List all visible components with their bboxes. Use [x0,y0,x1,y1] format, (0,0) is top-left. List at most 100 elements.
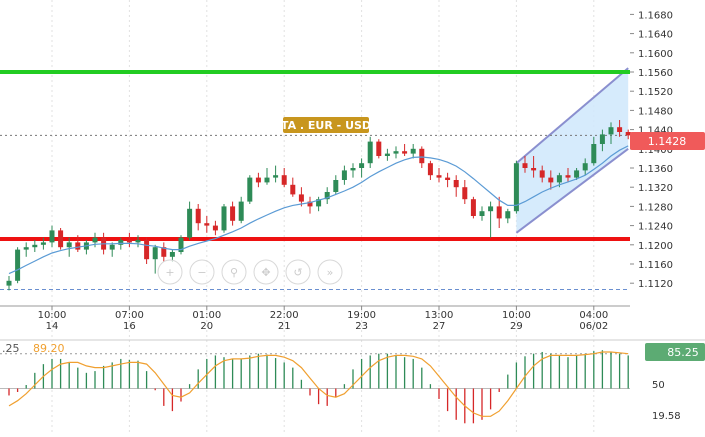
forward-icon[interactable]: » [317,259,343,285]
price-badge: 1.1428 [630,132,705,150]
oscillator-value-1: .25 [2,342,20,355]
time-tick-label: 07:00 [115,310,144,321]
date-tick-label: 23 [355,321,368,332]
time-tick-label: 13:00 [425,310,454,321]
instrument-label[interactable]: TA . EUR - USD [281,117,371,133]
date-tick-label: 06/02 [579,321,608,332]
candle[interactable] [290,177,296,197]
candle[interactable] [238,196,244,224]
price-tick-label: 1.1640 [638,30,673,41]
pan-icon[interactable]: ✥ [253,259,279,285]
oscillator-badge-text: 85.25 [667,346,699,359]
candle[interactable] [247,175,253,204]
zoom-in-icon[interactable]: + [157,259,183,285]
candle[interactable] [15,247,21,284]
candle[interactable] [436,168,442,183]
price-tick-label: 1.1160 [638,260,673,271]
candle[interactable] [505,208,511,224]
candle[interactable] [195,204,201,231]
candle[interactable] [204,216,210,233]
date-tick-label: 29 [510,321,523,332]
candle[interactable] [470,196,476,219]
candle[interactable] [402,144,408,156]
candle[interactable] [83,240,89,255]
oscillator-axis: 85.25 50 19.58 [645,343,705,422]
candle[interactable] [376,139,382,159]
price-tick-label: 1.1120 [638,279,673,290]
candle[interactable] [410,144,416,159]
candle[interactable] [359,158,365,178]
price-tick-label: 1.1520 [638,87,673,98]
candle[interactable] [281,168,287,188]
price-tick-label: 1.1560 [638,68,673,79]
time-tick-label: 19:00 [347,310,376,321]
candle[interactable] [144,237,150,264]
time-tick-label: 22:00 [270,310,299,321]
zoom-out-icon[interactable]: − [189,259,215,285]
candle[interactable] [109,242,115,257]
candle[interactable] [152,244,158,274]
candle[interactable] [445,172,451,188]
candle[interactable] [23,242,29,257]
candle[interactable] [178,235,184,255]
candle[interactable] [32,240,38,252]
price-chart[interactable]: TA . EUR - USD + − ⚲ ✥ ↺ » 1.1680 1.1640 1.1600… [0,0,705,437]
oscillator-tick-min: 19.58 [652,411,681,422]
candle[interactable] [58,228,64,250]
candle[interactable] [384,148,390,161]
candle[interactable] [453,175,459,197]
price-tick-label: 1.1240 [638,222,673,233]
candle[interactable] [187,201,193,240]
regression-channel[interactable] [516,68,629,233]
price-tick-label: 1.1280 [638,202,673,213]
candle[interactable] [393,146,399,159]
date-tick-label: 14 [46,321,59,332]
candle[interactable] [462,180,468,204]
time-tick-label: 04:00 [579,310,608,321]
candle[interactable] [488,201,494,238]
time-tick-label: 10:00 [502,310,531,321]
svg-text:−: − [197,266,206,279]
candle[interactable] [135,235,141,248]
candle[interactable] [161,242,167,262]
candle[interactable] [316,196,322,212]
candle[interactable] [341,165,347,185]
candle[interactable] [221,204,227,233]
candle[interactable] [333,175,339,195]
time-axis: 10:001407:001601:002022:002119:002313:00… [38,306,608,332]
time-tick-label: 01:00 [192,310,221,321]
oscillator-header: .25 89.20 [2,342,65,355]
candle[interactable] [350,163,356,178]
reset-icon[interactable]: ↺ [285,259,311,285]
date-tick-label: 21 [278,321,291,332]
candle[interactable] [49,225,55,248]
search-icon[interactable]: ⚲ [221,259,247,285]
candle[interactable] [324,187,330,204]
price-tick-label: 1.1480 [638,106,673,117]
date-tick-label: 20 [200,321,213,332]
svg-text:»: » [327,266,334,279]
price-badge-text: 1.1428 [648,135,687,148]
price-tick-label: 1.1680 [638,10,673,21]
candle[interactable] [427,160,433,180]
price-tick-label: 1.1360 [638,164,673,175]
candle[interactable] [126,232,132,248]
candle[interactable] [255,172,261,188]
price-panel [0,67,631,291]
candle[interactable] [307,196,313,214]
oscillator-tick-50: 50 [652,380,665,391]
candle[interactable] [479,206,485,221]
candle[interactable] [212,220,218,236]
chart-toolbar: + − ⚲ ✥ ↺ » [157,259,343,285]
candle[interactable] [6,276,12,291]
candle[interactable] [367,136,373,168]
candle[interactable] [273,165,279,183]
time-tick-label: 10:00 [38,310,67,321]
candle[interactable] [230,201,236,226]
date-tick-label: 16 [123,321,136,332]
price-tick-label: 1.1600 [638,49,673,60]
candle[interactable] [264,168,270,185]
date-tick-label: 27 [433,321,446,332]
instrument-label-text: TA . EUR - USD [281,119,371,132]
oscillator-histogram [8,350,629,424]
